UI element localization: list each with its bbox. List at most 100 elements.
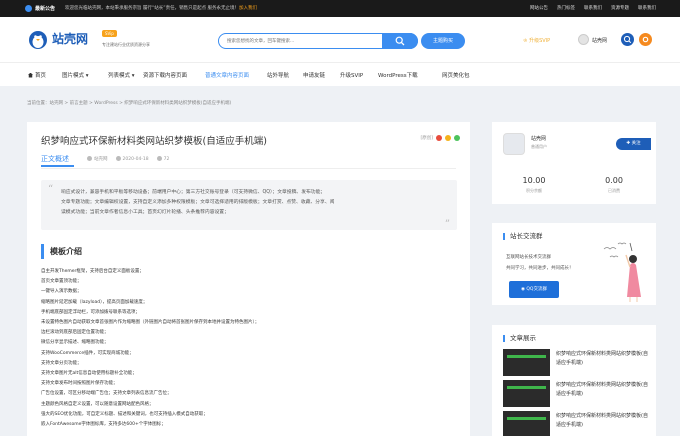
feature-list: 自主开发Themer框架，支持后台自定义面板设置； 首页文章置顶功能； 一键导入… xyxy=(41,267,456,430)
latest-announcement-label: 最新公告 xyxy=(35,6,56,12)
avatar[interactable] xyxy=(503,133,525,155)
nav-item-list-mode[interactable]: 列表模式 ▾ xyxy=(108,71,135,79)
yellow-dot-icon xyxy=(445,135,451,141)
list-item: 嵌入FontAwesome字体图标库，支持多达600+个字体图标； xyxy=(41,422,166,428)
showcase-item[interactable]: 织梦响应式环保新材料类网站织梦模板(自适应手机端) xyxy=(503,349,653,377)
nav-item-friend-link[interactable]: 申请友链 xyxy=(303,71,325,79)
list-item: 缩略图片延迟加载（lazyload），提高页面加载速度； xyxy=(41,299,148,305)
list-item: 边栏滚动到底部后固定位置功能； xyxy=(41,330,109,336)
list-item: 首页文章置顶功能； xyxy=(41,279,82,285)
top-link[interactable]: 热门标签 xyxy=(557,5,575,11)
list-item: 一键导入演示数据； xyxy=(41,289,82,295)
search-icon xyxy=(623,35,632,44)
close-quote-icon: ” xyxy=(444,219,450,230)
penguin-logo-icon[interactable] xyxy=(27,28,49,50)
nav-item-wordpress-download[interactable]: WordPress下载 xyxy=(378,71,418,79)
showcase-title: 文章展示 xyxy=(503,335,536,342)
tab-underline xyxy=(41,165,74,167)
breadcrumb[interactable]: 当前位置：站壳网 > 前言主题 > WordPress > 织梦响应式环保新材料… xyxy=(27,100,231,106)
tab-overview[interactable]: 正文概述 xyxy=(41,154,69,164)
upgrade-svip-link[interactable]: ♔ 升级SVIP xyxy=(523,37,550,44)
announcement-icon xyxy=(25,5,32,12)
site-slogan: 专注建站行业优质资源分享 xyxy=(102,42,150,47)
settings-button[interactable] xyxy=(639,33,652,46)
join-us-link[interactable]: 加入我们 xyxy=(239,6,257,11)
search-input[interactable] xyxy=(227,37,377,46)
showcase-thumbnail[interactable] xyxy=(503,349,550,376)
search-toggle-button[interactable] xyxy=(621,33,634,46)
showcase-item[interactable]: 织梦响应式环保新材料类网站织梦模板(自适应手机端) xyxy=(503,411,653,436)
nav-item-download-page[interactable]: 资源下载内容页面 xyxy=(143,71,187,79)
summary-text: 响应式设计，兼容手机和平板等移动设备；前端用户中心；第三方社交账号登录（可支持微… xyxy=(61,188,446,218)
top-link[interactable]: 联系我们 xyxy=(638,5,656,11)
showcase-item-title[interactable]: 织梦响应式环保新材料类网站织梦模板(自适应手机端) xyxy=(556,350,651,368)
stat-spent: 0.00 已消费 xyxy=(605,176,623,193)
search-box xyxy=(218,33,418,49)
showcase-item-title[interactable]: 织梦响应式环保新材料类网站织梦模板(自适应手机端) xyxy=(556,412,651,430)
showcase-thumbnail[interactable] xyxy=(503,411,550,436)
profile-role: 普通用户 xyxy=(531,144,547,149)
list-item: 自主开发Themer框架，支持后台自定义面板设置； xyxy=(41,269,144,274)
author-profile-card: 站壳网 普通用户 ✚ 关注 10.00 积分余额 0.00 已消费 xyxy=(492,122,656,204)
showcase-item-title[interactable]: 织梦响应式环保新材料类网站织梦模板(自适应手机端) xyxy=(556,381,651,399)
community-group-card: 站长交流群 互联网站长技术交流群 共同学习，共同进步，共同成长！ ◉ QQ交流群 xyxy=(492,223,656,305)
main-nav: 首页 图片模式 ▾ 列表模式 ▾ 资源下载内容页面 普通文章内容页面 站外导航 … xyxy=(0,62,680,86)
search-icon xyxy=(395,36,405,46)
search-button[interactable] xyxy=(382,33,418,49)
summary-line: 响应式设计，兼容手机和平板等移动设备；前端用户中心；第三方社交账号登录（可支持微… xyxy=(61,190,326,195)
list-item: 手机端底部固定浮动栏，可添加拨号联系等选项； xyxy=(41,309,140,315)
site-header: 站壳网 SVip 专注建站行业优质资源分享 主题购买 ♔ 升级SVIP 站壳网 xyxy=(0,17,680,62)
top-bar: 最新公告 欢迎您光临站壳网，本站秉承服务宗旨 履行“站长”责任，销售只是起点 服… xyxy=(0,0,680,17)
list-item: 强大的SEO优化功能，可自定义标题、描述和关键词，也可支持插入模式自动获取； xyxy=(41,411,208,417)
red-dot-icon xyxy=(436,135,442,141)
qq-group-button[interactable]: ◉ QQ交流群 xyxy=(509,281,559,298)
article-meta: 站壳网 2020-04-18 72 xyxy=(87,156,169,162)
list-item: 主题颜色风格自定义设置，可以随意设置网站配色风格； xyxy=(41,401,154,407)
nav-item-article-page[interactable]: 普通文章内容页面 xyxy=(205,71,249,79)
list-item: 支持WooCommerce插件，可实现商城功能； xyxy=(41,350,134,356)
top-links: 网站公告 热门标签 联系我们 资源专题 联系我们 xyxy=(530,5,656,11)
meta-date: 2020-04-18 xyxy=(115,156,149,162)
nav-item-site-nav[interactable]: 站外导航 xyxy=(267,71,289,79)
list-item: 广告位设置，可区分移动端广告位；支持文章列表信息流广告位； xyxy=(41,391,172,397)
buy-theme-button[interactable]: 主题购买 xyxy=(421,33,465,49)
section-title: 模板介绍 xyxy=(41,244,82,259)
open-quote-icon: “ xyxy=(48,184,54,195)
profile-name[interactable]: 站壳网 xyxy=(531,135,546,142)
nav-item-image-mode[interactable]: 图片模式 ▾ xyxy=(62,71,89,79)
nav-item-upgrade-svip[interactable]: 升级SVIP xyxy=(340,71,363,79)
group-line-2: 共同学习，共同进步，共同成长！ xyxy=(506,266,574,271)
green-dot-icon xyxy=(454,135,460,141)
nav-item-home[interactable]: 首页 xyxy=(28,71,46,79)
showcase-item[interactable]: 织梦响应式环保新材料类网站织梦模板(自适应手机端) xyxy=(503,380,653,408)
list-item: 支持文章发布时间按照图片保存功能； xyxy=(41,381,118,387)
list-item: 支持文章图片无alt信息自动使用标题补全功能； xyxy=(41,371,137,377)
article-showcase-card: 文章展示 织梦响应式环保新材料类网站织梦模板(自适应手机端) 织梦响应式环保新材… xyxy=(492,325,656,436)
avatar[interactable] xyxy=(578,34,589,45)
nav-item-beauty-pack[interactable]: 网页美化包 xyxy=(442,71,470,79)
user-name[interactable]: 站壳网 xyxy=(592,37,607,44)
divider xyxy=(41,168,456,169)
meta-author[interactable]: 站壳网 xyxy=(87,156,108,162)
showcase-thumbnail[interactable] xyxy=(503,380,550,407)
girl-with-birds-illustration xyxy=(603,242,641,302)
clock-icon xyxy=(115,156,121,161)
summary-line: 文章专题功能；文章编辑权设置，支持自定义添加多种权限模板；文章可选择适用的排版模… xyxy=(61,200,335,205)
top-link[interactable]: 网站公告 xyxy=(530,5,548,11)
list-item: 未设置特色图片自动获取文章首张图片作为缩略图（外链图片自动将首张图片保存到本地并… xyxy=(41,320,260,326)
top-link[interactable]: 资源专题 xyxy=(611,5,629,11)
group-line-1: 互联网站长技术交流群 xyxy=(506,255,551,260)
list-item: 支持文章分页功能； xyxy=(41,360,82,366)
follow-button[interactable]: ✚ 关注 xyxy=(616,138,651,150)
list-item: 微信分享显示描述、缩略图功能； xyxy=(41,340,109,346)
announcement-text[interactable]: 欢迎您光临站壳网，本站秉承服务宗旨 履行“站长”责任，销售只是起点 服务永无止境… xyxy=(65,5,257,11)
site-logo-text[interactable]: 站壳网 xyxy=(52,30,88,47)
eye-icon xyxy=(156,156,162,161)
group-title: 站长交流群 xyxy=(503,233,543,240)
page-title: 织梦响应式环保新材料类网站织梦模板(自适应手机端) xyxy=(41,136,267,147)
summary-line: 读模式功能；当前文章作者信息小工具；首页幻灯片轮播、头条推荐内容设置； xyxy=(61,210,229,215)
gear-icon xyxy=(642,36,649,43)
user-icon xyxy=(87,156,92,161)
summary-quote: “ 响应式设计，兼容手机和平板等移动设备；前端用户中心；第三方社交账号登录（可支… xyxy=(41,180,457,230)
top-link[interactable]: 联系我们 xyxy=(584,5,602,11)
